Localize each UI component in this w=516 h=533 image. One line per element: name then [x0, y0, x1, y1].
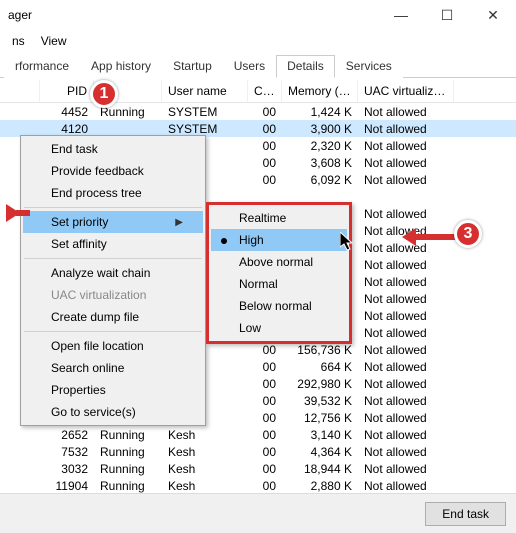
menu-separator: [24, 331, 202, 332]
tab-users[interactable]: Users: [223, 55, 276, 78]
column-header[interactable]: Memory (a...: [282, 80, 358, 102]
column-header[interactable]: CPU: [248, 80, 282, 102]
column-header[interactable]: [0, 80, 40, 102]
menu-item-view[interactable]: View: [33, 32, 75, 50]
menu-item-set-affinity[interactable]: Set affinity: [23, 233, 203, 255]
menu-item-set-priority[interactable]: Set priority▶: [23, 211, 203, 233]
column-header[interactable]: UAC virtualizat...: [358, 80, 454, 102]
callout-arrow-1: [6, 204, 32, 222]
priority-option-normal[interactable]: Normal: [211, 273, 347, 295]
column-header[interactable]: PID: [40, 80, 94, 102]
menu-item-end-process-tree[interactable]: End process tree: [23, 182, 203, 204]
table-row[interactable]: 4452RunningSYSTEM001,424 KNot allowed: [0, 103, 516, 120]
column-header[interactable]: User name: [162, 80, 248, 102]
priority-option-above-normal[interactable]: Above normal: [211, 251, 347, 273]
window-title: ager: [8, 8, 32, 22]
menu-item-open-file-location[interactable]: Open file location: [23, 335, 203, 357]
table-row[interactable]: 3032RunningKesh0018,944 KNot allowed: [0, 460, 516, 477]
mouse-cursor-icon: [340, 232, 356, 257]
priority-option-below-normal[interactable]: Below normal: [211, 295, 347, 317]
priority-option-realtime[interactable]: Realtime: [211, 207, 347, 229]
menu-item-create-dump-file[interactable]: Create dump file: [23, 306, 203, 328]
menu-separator: [24, 207, 202, 208]
table-row[interactable]: 11904RunningKesh002,880 KNot allowed: [0, 477, 516, 494]
context-menu[interactable]: End taskProvide feedbackEnd process tree…: [20, 135, 206, 426]
tab-startup[interactable]: Startup: [162, 55, 223, 78]
menu-item-properties[interactable]: Properties: [23, 379, 203, 401]
menu-item-analyze-wait-chain[interactable]: Analyze wait chain: [23, 262, 203, 284]
tab-bar: rformanceApp historyStartupUsersDetailsS…: [0, 54, 516, 78]
callout-arrow-3: [402, 228, 456, 246]
menu-separator: [24, 258, 202, 259]
menu-item-end-task[interactable]: End task: [23, 138, 203, 160]
table-row[interactable]: 7532RunningKesh004,364 KNot allowed: [0, 443, 516, 460]
callout-badge-3: 3: [454, 220, 482, 248]
menu-item[interactable]: ns: [4, 32, 33, 50]
tab-details[interactable]: Details: [276, 55, 335, 78]
tab-rformance[interactable]: rformance: [4, 55, 80, 78]
bullet-icon: [221, 238, 227, 244]
submenu-arrow-icon: ▶: [175, 217, 183, 228]
menu-item-go-to-service-s-[interactable]: Go to service(s): [23, 401, 203, 423]
maximize-button[interactable]: ☐: [424, 0, 470, 30]
footer-bar: End task: [0, 493, 516, 533]
table-row[interactable]: 2652RunningKesh003,140 KNot allowed: [0, 426, 516, 443]
tab-app-history[interactable]: App history: [80, 55, 162, 78]
column-headers: PIDtusUser nameCPUMemory (a...UAC virtua…: [0, 78, 516, 103]
menu-item-search-online[interactable]: Search online: [23, 357, 203, 379]
tab-services[interactable]: Services: [335, 55, 403, 78]
menu-item-uac-virtualization: UAC virtualization: [23, 284, 203, 306]
callout-badge-1: 1: [90, 80, 118, 108]
menu-item-provide-feedback[interactable]: Provide feedback: [23, 160, 203, 182]
minimize-button[interactable]: —: [378, 0, 424, 30]
end-task-button[interactable]: End task: [425, 502, 506, 526]
close-button[interactable]: ✕: [470, 0, 516, 30]
priority-option-low[interactable]: Low: [211, 317, 347, 339]
priority-option-high[interactable]: High: [211, 229, 347, 251]
priority-submenu[interactable]: RealtimeHighAbove normalNormalBelow norm…: [206, 202, 352, 344]
menu-bar: ns View: [0, 30, 516, 52]
